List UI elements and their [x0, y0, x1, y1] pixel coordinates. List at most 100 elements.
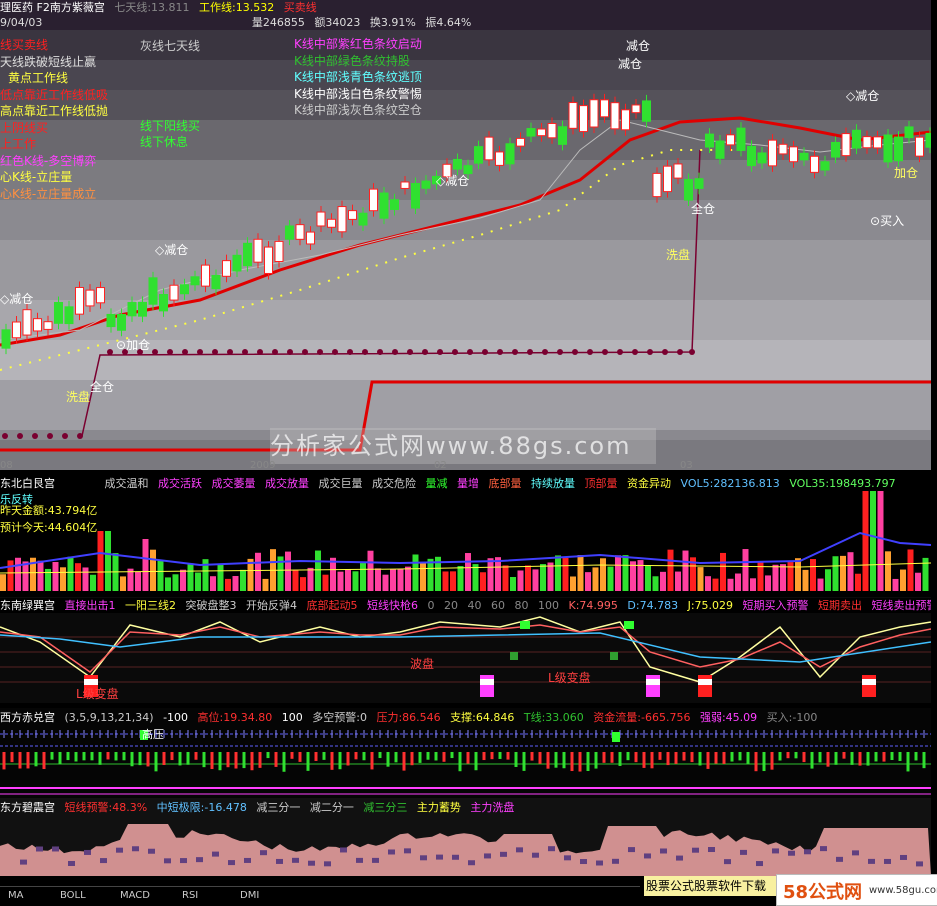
legend-item: 线下阳线买: [140, 119, 201, 133]
volume-bar: [457, 566, 464, 591]
main-header-row2: 9/04/03 量246855 额34023 换3.91% 振4.64%: [0, 15, 931, 30]
volume-bar: [900, 569, 906, 591]
candle-body: [400, 181, 410, 189]
jiancang-label: ◇减仓: [155, 243, 189, 257]
power-item: 资金流量:-665.756: [593, 711, 691, 724]
trend-pane[interactable]: 东方碧震宫 短线预警:48.3% 中短极限:-16.478 减三分一 减二分一 …: [0, 798, 931, 876]
trend-mark: [68, 860, 75, 866]
volume-pane[interactable]: 东北白艮宫 成交温和 成交活跃 成交萎量 成交放量 成交巨量 成交危险 量减 量…: [0, 473, 931, 597]
trend-mark: [836, 856, 843, 862]
candle-body: [1, 329, 11, 349]
vol-item: VOL5:282136.813: [680, 477, 780, 490]
candle-body: [232, 254, 242, 272]
volume-bar: [225, 578, 231, 591]
volume-bar: [592, 567, 599, 591]
trend-mark: [292, 857, 299, 863]
legend-item: K线中部浅白色条纹警惕: [294, 86, 422, 101]
vol-item: 量减: [425, 477, 448, 490]
trend-mark: [84, 849, 91, 855]
trend-item: 中短极限:-16.478: [156, 801, 247, 814]
volume-bar: [210, 576, 216, 591]
volume-bar: [472, 564, 479, 591]
candle-body: [484, 136, 494, 161]
candle-body: [12, 321, 21, 339]
candle-body: [379, 192, 389, 219]
trend-mark: [900, 854, 907, 860]
candle-body: [127, 302, 137, 317]
trend-mark: [628, 847, 635, 853]
power-pane[interactable]: 西方赤兑宫 (3,5,9,13,21,34) -100 高位:19.34.80 …: [0, 708, 931, 798]
trend-mark: [820, 846, 827, 852]
trend-mark: [388, 849, 395, 855]
legend-item: K线中部浅青色条纹逃顶: [294, 70, 422, 84]
legend-item: 上工作: [0, 137, 37, 151]
candle-body: [421, 180, 431, 189]
vol-item: VOL35:198493.797: [789, 477, 896, 490]
volume-bar: [765, 575, 771, 591]
volume-bar: [645, 565, 651, 591]
volume-bar: [750, 578, 756, 591]
pane-params: (3,5,9,13,21,34): [64, 711, 154, 724]
volume-bar: [847, 552, 854, 591]
candle-body: [537, 128, 546, 137]
pane3-label: L级变盘: [548, 671, 591, 685]
volume-bar: [862, 491, 869, 591]
xipan-label: 洗盘: [66, 390, 91, 404]
kdj-item: 60: [491, 599, 505, 612]
volume-bar: [337, 571, 344, 591]
trend-mark: [852, 850, 859, 856]
volume-bar: [487, 558, 494, 591]
volume-bar: [510, 576, 516, 591]
candle-body: [253, 238, 263, 263]
candle-body: [201, 264, 210, 287]
pane3-label: L级变盘: [76, 687, 119, 701]
candle-body: [390, 199, 399, 210]
candle-body: [285, 225, 294, 240]
trend-mark: [644, 853, 651, 859]
candle-body: [852, 129, 861, 149]
volume-bar: [217, 564, 224, 591]
tab-dmi[interactable]: DMI: [236, 889, 263, 903]
power-item: 压力:86.546: [376, 711, 441, 724]
date-value: 9/04/03: [0, 16, 43, 29]
tab-macd[interactable]: MACD: [116, 889, 154, 903]
trend-mark: [564, 855, 571, 861]
tab-ma[interactable]: MA: [4, 889, 27, 903]
tab-rsi[interactable]: RSI: [178, 889, 202, 903]
candle-body: [642, 100, 651, 122]
pane-title: 东南绿巽宫: [0, 599, 55, 612]
candle-body: [883, 134, 893, 163]
volume-value: 量246855: [251, 16, 305, 29]
volume-bar: [120, 576, 126, 591]
volume-bar: [825, 569, 831, 591]
legend-item: K线中部浅灰色条纹空仓: [294, 103, 422, 117]
mairu-label: ⊙买入: [870, 214, 905, 228]
download-banner[interactable]: 股票公式股票软件下载: [644, 876, 786, 896]
candle-body: [64, 306, 74, 325]
main-chart-pane[interactable]: 理医药 F2南方紫薇宫 七天线:13.811 工作线:13.532 买卖线 9/…: [0, 0, 931, 470]
vol-item: 持续放量: [531, 477, 575, 490]
vol-item: 顶部量: [584, 477, 618, 490]
pane-title: 东北白艮宫: [0, 477, 55, 490]
candlestick-layer: [1, 93, 931, 355]
volume-bar: [840, 555, 846, 591]
quancang-label: 全仓: [90, 380, 115, 394]
vol-item: 成交活跃: [158, 477, 202, 490]
kdj-item: 40: [467, 599, 482, 612]
candle-body: [106, 313, 116, 328]
site-logo[interactable]: 58公式网 www.58gu.com: [776, 874, 937, 906]
vol-item: 成交巨量: [318, 477, 363, 490]
kdj-pane[interactable]: 东南绿巽宫 直接出击1 一阳三线2 突破盘整3 开始反弹4 底部起动5 短线快枪…: [0, 597, 931, 703]
candle-body: [358, 212, 368, 226]
volume-bar: [315, 550, 321, 591]
volume-bar: [540, 564, 546, 591]
candle-body: [631, 104, 641, 114]
tab-boll[interactable]: BOLL: [56, 889, 90, 903]
volume-bar: [262, 578, 269, 591]
volume-bar: [307, 567, 314, 591]
legend-item: 上阴线买: [0, 120, 49, 135]
vol-item: 成交危险: [372, 477, 416, 490]
candle-body: [747, 145, 756, 167]
volume-bar: [232, 576, 239, 591]
volume-bar: [150, 549, 156, 591]
